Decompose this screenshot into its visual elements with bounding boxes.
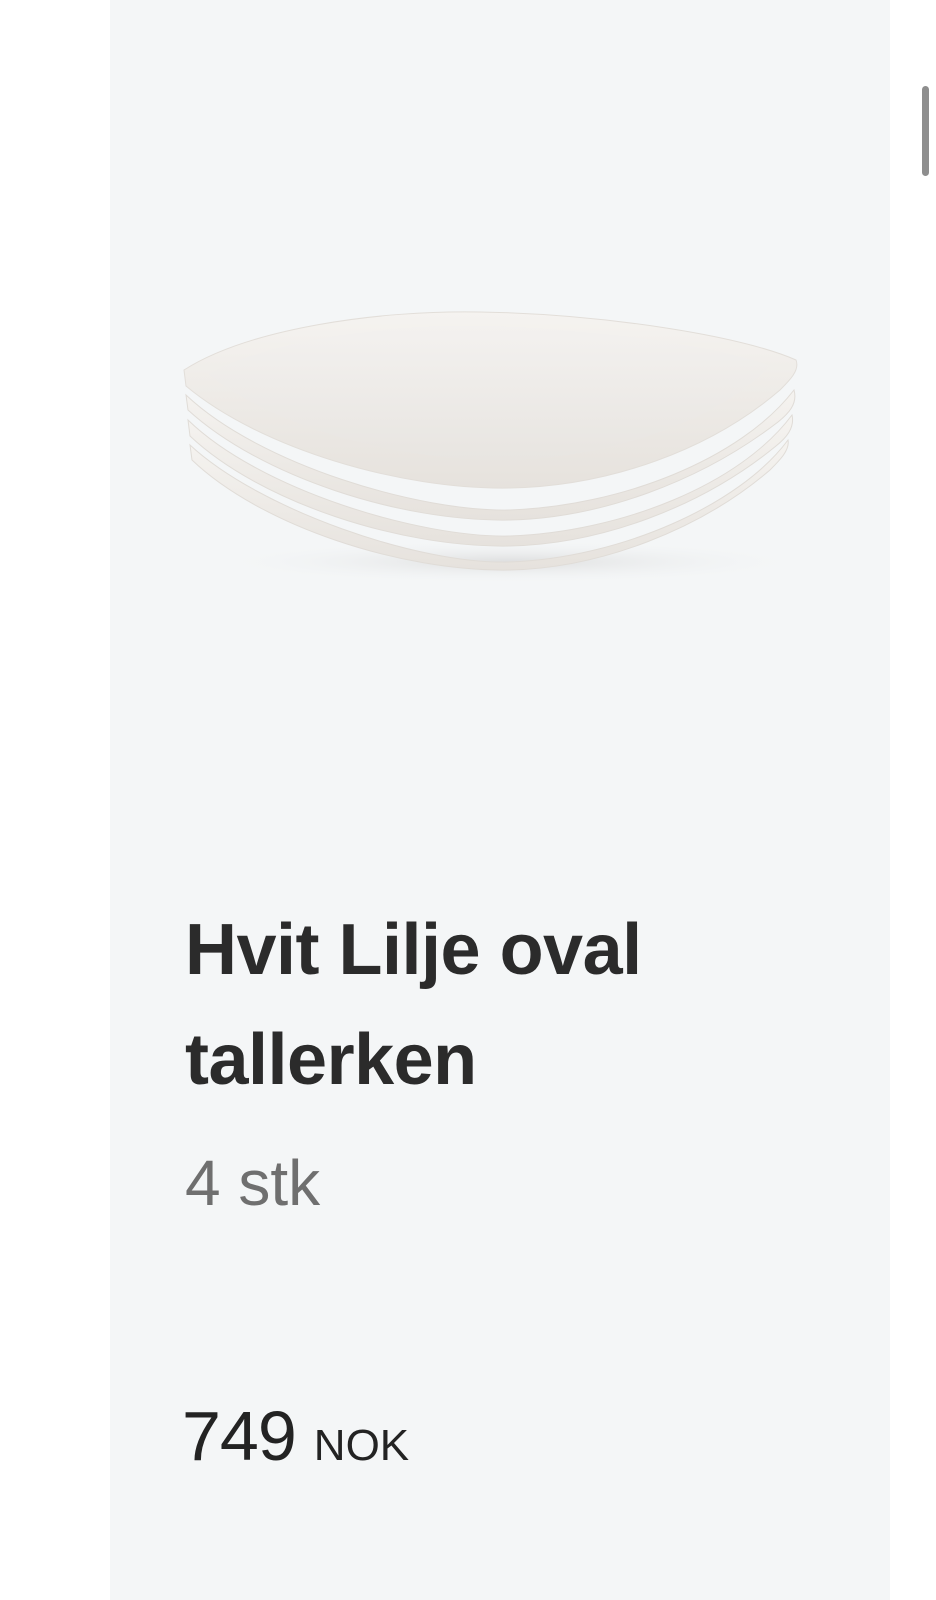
product-quantity: 4 stk <box>185 1147 321 1219</box>
product-card[interactable]: Hvit Lilje oval tallerken 4 stk 749 NOK <box>110 0 890 1600</box>
scrollbar[interactable] <box>922 86 929 176</box>
price-currency: NOK <box>313 1421 410 1470</box>
product-title[interactable]: Hvit Lilje oval tallerken <box>185 895 825 1115</box>
price-amount: 749 <box>182 1397 297 1475</box>
product-price: 749 NOK <box>182 1396 409 1476</box>
product-image[interactable] <box>180 300 830 590</box>
